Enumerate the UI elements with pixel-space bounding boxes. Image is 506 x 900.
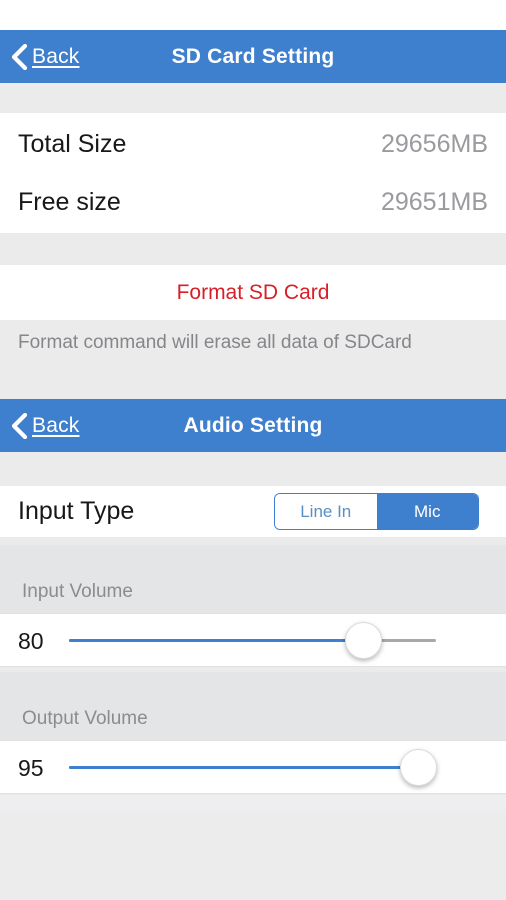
output-volume-thumb[interactable] xyxy=(399,749,437,786)
output-volume-row: 95 xyxy=(0,740,506,794)
free-size-value: 29651MB xyxy=(380,187,488,216)
input-volume-row: 80 xyxy=(0,613,506,667)
bottom-filler xyxy=(0,811,506,900)
format-hint-text: Format command will erase all data of SD… xyxy=(0,320,506,399)
format-sd-card-panel: Format SD Card xyxy=(0,265,506,320)
input-volume-slider[interactable] xyxy=(69,614,436,668)
sd-card-info-panel: Total Size 29656MB Free size 29651MB xyxy=(0,113,506,233)
gap-below-audio-navbar xyxy=(0,452,506,486)
gap-below-sd-navbar xyxy=(0,83,506,113)
output-volume-slider[interactable] xyxy=(69,741,437,795)
bottom-band xyxy=(0,795,506,811)
free-size-label: Free size xyxy=(18,187,121,216)
app-screen: Back SD Card Setting Total Size 29656MB … xyxy=(0,0,506,900)
total-size-value: 29656MB xyxy=(380,129,488,158)
output-volume-section-header: Output Volume xyxy=(0,672,506,740)
total-size-label: Total Size xyxy=(18,129,127,158)
input-type-row: Input Type Line In Mic xyxy=(0,486,506,537)
input-volume-fill xyxy=(69,639,363,642)
input-volume-section-header: Input Volume xyxy=(0,545,506,613)
chevron-left-icon xyxy=(10,43,28,70)
segment-mic[interactable]: Mic xyxy=(376,494,478,529)
output-volume-section-label: Output Volume xyxy=(22,708,148,729)
sd-card-navbar: Back SD Card Setting xyxy=(0,30,506,83)
output-volume-value: 95 xyxy=(18,754,44,781)
input-volume-section-label: Input Volume xyxy=(22,581,133,602)
audio-back-button[interactable]: Back xyxy=(10,412,80,439)
status-strip xyxy=(0,0,506,30)
chevron-left-icon xyxy=(10,412,28,439)
audio-navbar: Back Audio Setting xyxy=(0,399,506,452)
input-volume-thumb[interactable] xyxy=(344,622,382,659)
free-size-row: Free size 29651MB xyxy=(0,173,506,231)
format-sd-card-button[interactable]: Format SD Card xyxy=(0,265,506,320)
gap-above-format xyxy=(0,233,506,265)
total-size-row: Total Size 29656MB xyxy=(0,115,506,173)
output-volume-fill xyxy=(69,766,418,769)
input-volume-value: 80 xyxy=(18,627,44,654)
segment-line-in[interactable]: Line In xyxy=(275,494,377,529)
sd-card-back-button[interactable]: Back xyxy=(10,43,80,70)
input-type-label: Input Type xyxy=(18,497,135,525)
input-type-segmented-control[interactable]: Line In Mic xyxy=(274,493,479,530)
audio-back-label: Back xyxy=(32,413,80,437)
sd-card-back-label: Back xyxy=(32,44,80,68)
